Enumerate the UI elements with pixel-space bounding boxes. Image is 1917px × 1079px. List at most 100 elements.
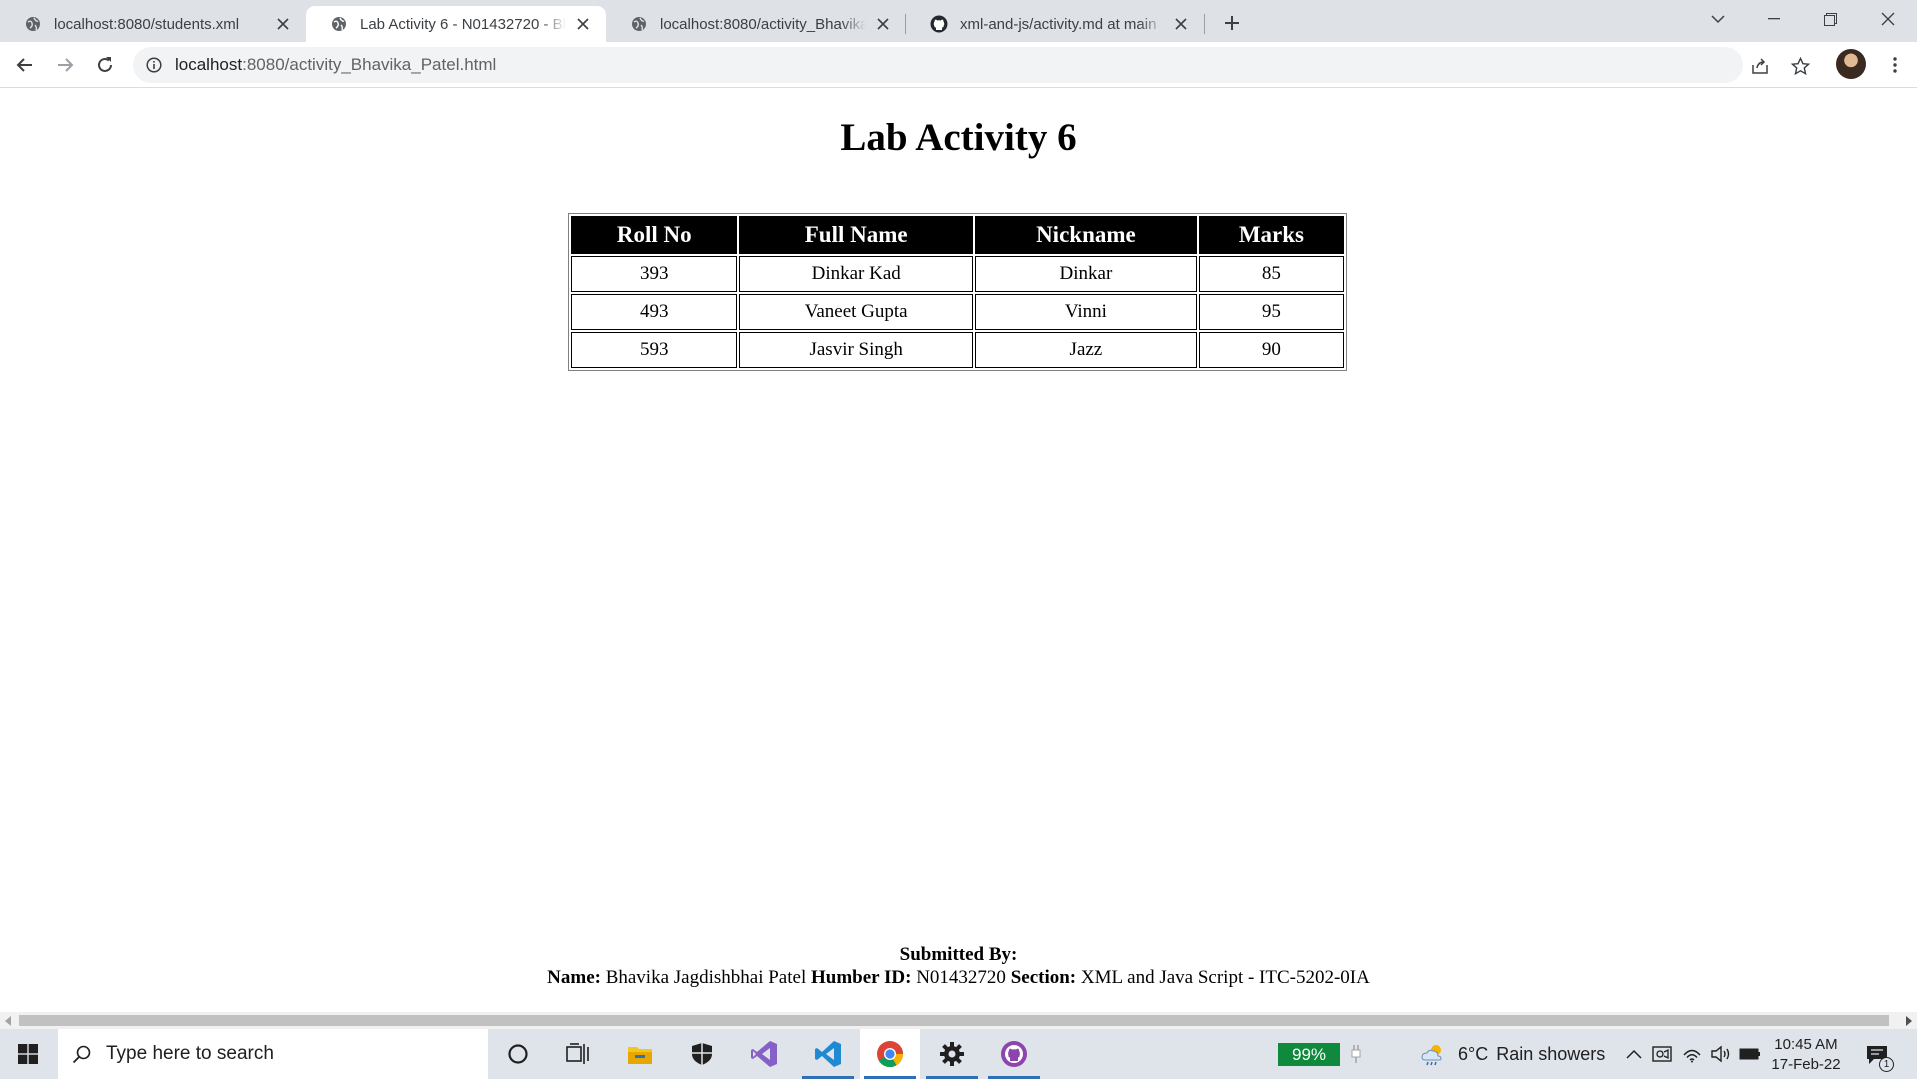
close-icon[interactable]: [874, 15, 892, 33]
browser-tabstrip: localhost:8080/students.xml Lab Activity…: [0, 0, 1917, 42]
vscode-icon[interactable]: [798, 1029, 858, 1079]
power-plug-icon: [1348, 1043, 1364, 1065]
table-row: 393 Dinkar Kad Dinkar 85: [571, 256, 1344, 292]
tab-divider: [1204, 14, 1205, 34]
taskbar-search-box[interactable]: Type here to search: [58, 1029, 488, 1079]
speaker-icon[interactable]: [1710, 1043, 1732, 1065]
file-explorer-icon[interactable]: [610, 1029, 670, 1079]
weather-widget[interactable]: 6°C Rain showers: [1420, 1029, 1605, 1079]
students-table: Roll No Full Name Nickname Marks 393 Din…: [568, 213, 1347, 371]
section-label: Section:: [1010, 967, 1077, 988]
globe-icon: [330, 15, 348, 33]
humber-id-label: Humber ID:: [810, 967, 912, 988]
table-row: 593 Jasvir Singh Jazz 90: [571, 332, 1344, 368]
name-label: Name:: [547, 967, 601, 988]
table-cell: Dinkar Kad: [739, 256, 973, 292]
menu-kebab-icon[interactable]: [1880, 50, 1910, 80]
table-cell: Vinni: [974, 294, 1197, 330]
search-placeholder: Type here to search: [106, 1043, 274, 1064]
weather-temperature: 6°C: [1458, 1043, 1489, 1064]
battery-indicator[interactable]: 99%: [1278, 1043, 1340, 1066]
github-desktop-icon[interactable]: [984, 1029, 1044, 1079]
table-cell: Vaneet Gupta: [739, 294, 973, 330]
close-window-button[interactable]: [1860, 0, 1916, 38]
browser-toolbar: localhost:8080/activity_Bhavika_Patel.ht…: [0, 42, 1917, 88]
globe-icon: [630, 15, 648, 33]
new-tab-button[interactable]: [1218, 9, 1246, 37]
profile-avatar[interactable]: [1836, 49, 1866, 79]
table-cell: 90: [1198, 332, 1344, 368]
table-header-row: Roll No Full Name Nickname Marks: [571, 216, 1344, 254]
chrome-icon[interactable]: [860, 1029, 920, 1079]
column-header: Marks: [1198, 216, 1344, 254]
settings-icon[interactable]: [922, 1029, 982, 1079]
meet-now-icon[interactable]: [1651, 1043, 1673, 1065]
task-view-icon[interactable]: [548, 1029, 608, 1079]
address-bar[interactable]: localhost:8080/activity_Bhavika_Patel.ht…: [133, 47, 1810, 83]
security-icon[interactable]: [672, 1029, 732, 1079]
notification-count-badge: 1: [1879, 1057, 1894, 1072]
horizontal-scrollbar[interactable]: [0, 1012, 1917, 1029]
tab-github-activity[interactable]: xml-and-js/activity.md at main · GitHub: [906, 6, 1204, 42]
forward-button[interactable]: [49, 49, 81, 81]
scroll-left-arrow-icon[interactable]: [5, 1016, 11, 1026]
github-icon: [930, 15, 948, 33]
tab-title: localhost:8080/students.xml: [54, 15, 240, 33]
clock-date: 17-Feb-22: [1771, 1056, 1841, 1073]
url-text: localhost:8080/activity_Bhavika_Patel.ht…: [175, 55, 496, 75]
page-title: Lab Activity 6: [840, 116, 1077, 159]
system-clock[interactable]: 10:45 AM 17-Feb-22: [1770, 1035, 1842, 1075]
table-row: 493 Vaneet Gupta Vinni 95: [571, 294, 1344, 330]
chevron-up-icon[interactable]: [1623, 1043, 1645, 1065]
restore-button[interactable]: [1802, 0, 1858, 38]
back-button[interactable]: [9, 49, 41, 81]
globe-icon: [24, 15, 42, 33]
name-value: Bhavika Jagdishbhai Patel: [605, 967, 807, 988]
tab-title: localhost:8080/activity_Bhavika_Patel.ht…: [660, 15, 866, 33]
scroll-right-arrow-icon[interactable]: [1906, 1016, 1912, 1026]
start-button[interactable]: [0, 1029, 56, 1079]
url-host: localhost: [175, 55, 243, 74]
search-icon: [72, 1044, 92, 1064]
tab-search-button[interactable]: [1690, 0, 1746, 38]
windows-taskbar: Type here to search 99% 6°C Rain showers: [0, 1029, 1917, 1079]
close-icon[interactable]: [274, 15, 292, 33]
section-value: XML and Java Script - ITC-5202-0IA: [1080, 967, 1370, 988]
table-cell: Jazz: [974, 332, 1197, 368]
wifi-icon[interactable]: [1681, 1043, 1703, 1065]
table-cell: Jasvir Singh: [739, 332, 973, 368]
windows-logo-icon: [18, 1044, 38, 1064]
cortana-icon[interactable]: [488, 1029, 548, 1079]
minimize-button[interactable]: [1746, 0, 1802, 38]
table-cell: 593: [571, 332, 738, 368]
table-cell: 85: [1198, 256, 1344, 292]
page-content: Lab Activity 6 Roll No Full Name Nicknam…: [0, 89, 1917, 1012]
site-info-icon[interactable]: [145, 56, 163, 74]
table-cell: 95: [1198, 294, 1344, 330]
tab-students-xml[interactable]: localhost:8080/students.xml: [0, 6, 306, 42]
visual-studio-icon[interactable]: [734, 1029, 794, 1079]
submission-footer: Submitted By: Name: Bhavika Jagdishbhai …: [0, 943, 1917, 989]
tab-title: xml-and-js/activity.md at main · GitHub: [960, 15, 1164, 33]
table-cell: 393: [571, 256, 738, 292]
humber-id-value: N01432720: [916, 967, 1006, 988]
column-header: Full Name: [739, 216, 973, 254]
reload-button[interactable]: [89, 49, 121, 81]
url-path: :8080/activity_Bhavika_Patel.html: [242, 55, 497, 74]
scrollbar-thumb[interactable]: [19, 1015, 1889, 1026]
bookmark-star-icon[interactable]: [1790, 56, 1810, 76]
submitted-by-heading: Submitted By:: [899, 944, 1018, 965]
column-header: Roll No: [571, 216, 738, 254]
rain-cloud-icon: [1420, 1041, 1446, 1067]
close-icon[interactable]: [1172, 15, 1190, 33]
close-icon[interactable]: [574, 15, 592, 33]
column-header: Nickname: [974, 216, 1197, 254]
table-cell: 493: [571, 294, 738, 330]
battery-icon[interactable]: [1739, 1043, 1761, 1065]
tab-title: Lab Activity 6 - N01432720 - Bhavika Pat…: [360, 15, 566, 33]
share-icon[interactable]: [1750, 56, 1770, 76]
clock-time: 10:45 AM: [1774, 1036, 1838, 1053]
tab-activity-html[interactable]: localhost:8080/activity_Bhavika_Patel.ht…: [606, 6, 906, 42]
notification-center-button[interactable]: 1: [1862, 1041, 1894, 1072]
tab-lab-activity-6[interactable]: Lab Activity 6 - N01432720 - Bhavika Pat…: [306, 6, 606, 42]
